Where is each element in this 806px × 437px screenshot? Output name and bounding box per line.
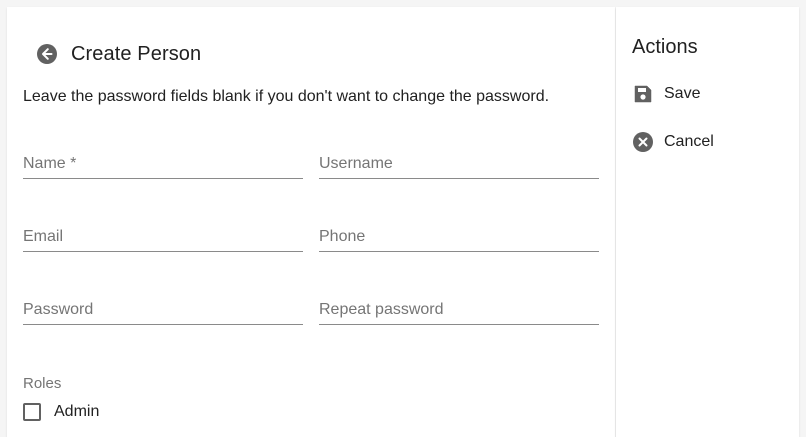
username-field bbox=[319, 138, 599, 184]
form-header: Create Person bbox=[36, 42, 201, 66]
repeat-password-input[interactable] bbox=[319, 284, 599, 330]
role-admin-checkbox[interactable] bbox=[23, 403, 41, 421]
cancel-icon-wrap bbox=[632, 131, 654, 153]
create-person-form-card: Create Person Leave the password fields … bbox=[7, 7, 615, 437]
password-field bbox=[23, 284, 303, 330]
save-label: Save bbox=[664, 85, 701, 102]
cancel-label: Cancel bbox=[664, 133, 714, 150]
email-input[interactable] bbox=[23, 211, 303, 257]
email-field bbox=[23, 211, 303, 257]
actions-panel: Actions Save Cancel bbox=[616, 7, 799, 437]
page: Create Person Leave the password fields … bbox=[0, 0, 806, 437]
role-admin-checkbox-row[interactable]: Admin bbox=[23, 403, 99, 421]
arrow-left-circle-icon bbox=[37, 44, 57, 64]
page-title: Create Person bbox=[71, 42, 202, 65]
phone-field bbox=[319, 211, 599, 257]
cancel-button[interactable]: Cancel bbox=[632, 131, 714, 153]
floppy-disk-icon bbox=[634, 85, 652, 103]
name-field bbox=[23, 138, 303, 184]
back-button[interactable] bbox=[36, 43, 58, 65]
close-circle-icon bbox=[633, 132, 653, 152]
roles-label: Roles bbox=[23, 375, 62, 392]
role-admin-label: Admin bbox=[54, 403, 100, 420]
actions-title: Actions bbox=[632, 36, 698, 58]
phone-input[interactable] bbox=[319, 211, 599, 257]
username-input[interactable] bbox=[319, 138, 599, 184]
password-input[interactable] bbox=[23, 284, 303, 330]
save-button[interactable]: Save bbox=[632, 83, 700, 105]
password-hint: Leave the password fields blank if you d… bbox=[23, 88, 550, 105]
name-input[interactable] bbox=[23, 138, 303, 184]
save-icon-wrap bbox=[632, 83, 654, 105]
repeat-password-field bbox=[319, 284, 599, 330]
